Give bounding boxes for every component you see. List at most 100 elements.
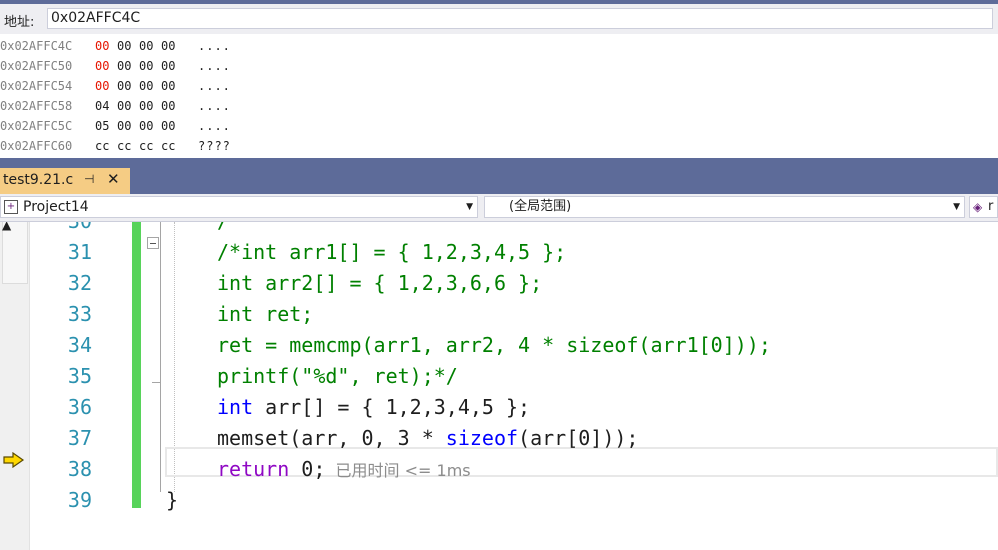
member-cube-icon: ◈ bbox=[973, 200, 983, 214]
memory-byte[interactable]: 05 bbox=[95, 116, 117, 136]
memory-byte[interactable]: cc bbox=[139, 136, 161, 156]
memory-address: 0x02AFFC5C bbox=[0, 119, 73, 133]
line-number: 30 bbox=[40, 222, 92, 237]
line-number: 36 bbox=[67, 395, 92, 419]
indicator-margin[interactable]: ▲ bbox=[0, 222, 30, 550]
code-line[interactable]: return 0; 已用时间 <= 1ms bbox=[217, 454, 471, 485]
memory-byte[interactable]: 00 bbox=[117, 96, 139, 116]
pin-icon[interactable]: ⊣ bbox=[84, 172, 94, 186]
memory-byte[interactable]: 00 bbox=[161, 76, 183, 96]
memory-address: 0x02AFFC58 bbox=[0, 99, 73, 113]
memory-byte[interactable]: 00 bbox=[161, 96, 183, 116]
memory-byte[interactable]: 00 bbox=[95, 56, 117, 76]
elapsed-time-hint: 已用时间 <= 1ms bbox=[325, 461, 471, 480]
line-number: 39 bbox=[67, 488, 92, 512]
tab-test9-21-c[interactable]: test9.21.c ⊣ ✕ bbox=[0, 168, 130, 194]
project-dropdown[interactable]: + Project14 ▼ bbox=[0, 196, 478, 218]
code-line[interactable]: /*int arr1[] = { 1,2,3,4,5 }; bbox=[217, 237, 566, 268]
code-token: (arr[0])); bbox=[518, 426, 639, 450]
tab-label: test9.21.c bbox=[3, 172, 74, 188]
memory-window: 地址: 0x02AFFC4C 0x02AFFC4C 00 00 00 00.... 0x0… bbox=[0, 0, 998, 158]
code-token: } bbox=[166, 488, 179, 512]
memory-byte[interactable]: 00 bbox=[117, 36, 139, 56]
code-line[interactable]: memset(arr, 0, 3 * sizeof(arr[0])); bbox=[217, 423, 638, 454]
memory-byte[interactable]: cc bbox=[117, 136, 139, 156]
code-line[interactable]: printf("%d", ret);*/ bbox=[217, 361, 458, 392]
code-line[interactable]: ret = memcmp(arr1, arr2, 4 * sizeof(arr1… bbox=[217, 330, 771, 361]
memory-ascii: .... bbox=[198, 59, 231, 73]
line-number: 37 bbox=[67, 426, 92, 450]
memory-byte[interactable]: 04 bbox=[95, 96, 117, 116]
code-token: int arr2[] = { 1,2,3,6,6 }; bbox=[217, 271, 543, 295]
outline-fold-end bbox=[152, 382, 160, 383]
code-line[interactable]: int arr2[] = { 1,2,3,6,6 }; bbox=[217, 268, 542, 299]
memory-byte[interactable]: 00 bbox=[139, 36, 161, 56]
project-dropdown-value: Project14 bbox=[23, 199, 89, 215]
code-token: sizeof bbox=[445, 426, 519, 450]
memory-byte[interactable]: 00 bbox=[139, 96, 161, 116]
code-line[interactable]: int arr[] = { 1,2,3,4,5 }; bbox=[217, 392, 530, 423]
memory-byte[interactable]: 00 bbox=[161, 56, 183, 76]
scope-dropdown[interactable]: (全局范围) ▼ bbox=[484, 196, 965, 218]
memory-bytes: 00 00 00 00 bbox=[95, 36, 183, 56]
document-tab-strip: test9.21.c ⊣ ✕ bbox=[0, 158, 998, 194]
memory-byte[interactable]: 00 bbox=[117, 76, 139, 96]
memory-bytes: 05 00 00 00 bbox=[95, 116, 183, 136]
memory-byte[interactable]: 00 bbox=[117, 56, 139, 76]
project-icon: + bbox=[4, 200, 18, 214]
code-token: int ret; bbox=[217, 302, 314, 326]
memory-byte[interactable]: 00 bbox=[161, 36, 183, 56]
current-statement-arrow-icon bbox=[3, 452, 25, 468]
memory-byte[interactable]: 00 bbox=[139, 116, 161, 136]
memory-address: 0x02AFFC54 bbox=[0, 79, 73, 93]
memory-ascii: .... bbox=[198, 39, 231, 53]
memory-byte[interactable]: cc bbox=[95, 136, 117, 156]
chevron-down-icon: ▼ bbox=[953, 202, 960, 212]
address-label: 地址: bbox=[4, 15, 35, 30]
memory-bytes: 00 00 00 00 bbox=[95, 56, 183, 76]
memory-address: 0x02AFFC60 bbox=[0, 139, 73, 153]
code-token: arr[] = { 1,2,3,4,5 }; bbox=[253, 395, 531, 419]
memory-byte[interactable]: 00 bbox=[161, 116, 183, 136]
memory-address: 0x02AFFC4C bbox=[0, 39, 73, 53]
code-line[interactable]: / bbox=[217, 222, 229, 237]
memory-byte[interactable]: 00 bbox=[95, 76, 117, 96]
code-token: ret = memcmp(arr1, arr2, 4 * sizeof(arr1… bbox=[217, 333, 771, 357]
address-bar: 地址: 0x02AFFC4C bbox=[0, 4, 998, 34]
code-token: return bbox=[217, 457, 290, 481]
code-token: /*int arr1[] = { 1,2,3,4,5 }; bbox=[217, 240, 567, 264]
memory-ascii: .... bbox=[198, 119, 231, 133]
code-token: memset(arr, 0, 3 * bbox=[217, 426, 446, 450]
code-line[interactable]: int ret; bbox=[217, 299, 313, 330]
memory-byte[interactable]: cc bbox=[161, 136, 183, 156]
memory-byte[interactable]: 00 bbox=[95, 36, 117, 56]
memory-byte[interactable]: 00 bbox=[139, 76, 161, 96]
line-number: 35 bbox=[67, 364, 92, 388]
code-token: 0; bbox=[289, 457, 326, 481]
memory-byte[interactable]: 00 bbox=[139, 56, 161, 76]
collapse-icon[interactable] bbox=[147, 237, 159, 249]
scroll-up-arrow-icon: ▲ bbox=[2, 222, 12, 232]
navigation-bar: + Project14 ▼ (全局范围) ▼ ◈ r bbox=[0, 194, 998, 222]
line-number: 31 bbox=[67, 240, 92, 264]
memory-bytes: 00 00 00 00 bbox=[95, 76, 183, 96]
chevron-down-icon: ▼ bbox=[466, 202, 473, 212]
line-number: 34 bbox=[67, 333, 92, 357]
memory-byte[interactable]: 00 bbox=[117, 116, 139, 136]
scope-dropdown-value: (全局范围) bbox=[509, 199, 572, 214]
line-number: 38 bbox=[67, 457, 92, 481]
memory-bytes: 04 00 00 00 bbox=[95, 96, 183, 116]
memory-ascii: ???? bbox=[198, 139, 231, 153]
member-dropdown-value: r bbox=[988, 199, 994, 214]
line-number: 32 bbox=[67, 271, 92, 295]
address-input[interactable]: 0x02AFFC4C bbox=[47, 8, 993, 29]
code-editor[interactable]: ▲ 30 / 31 /*int arr1[] = { 1,2,3,4,5 }; 32 in… bbox=[0, 222, 998, 550]
memory-ascii: .... bbox=[198, 79, 231, 93]
close-icon[interactable]: ✕ bbox=[107, 170, 120, 188]
member-dropdown[interactable]: ◈ r bbox=[969, 196, 998, 218]
code-line[interactable]: } bbox=[166, 485, 178, 516]
outline-fold-line bbox=[160, 222, 161, 492]
change-tracking-bar bbox=[132, 222, 141, 508]
code-token: printf("%d", ret);*/ bbox=[217, 364, 458, 388]
memory-address: 0x02AFFC50 bbox=[0, 59, 73, 73]
